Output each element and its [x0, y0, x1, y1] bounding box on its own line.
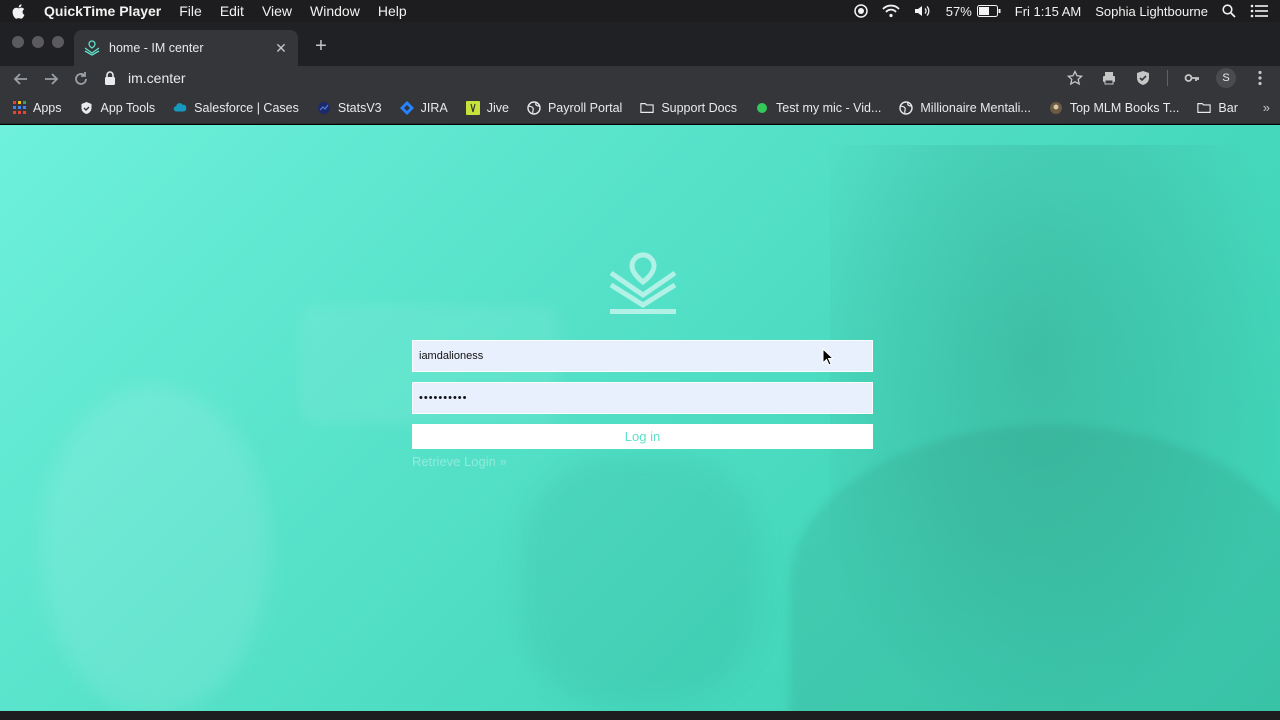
window-minimize-button[interactable] [32, 36, 44, 48]
url-text[interactable]: im.center [128, 70, 186, 86]
bookmark-label: Test my mic - Vid... [776, 100, 882, 115]
battery-status[interactable]: 57% [946, 4, 1001, 19]
password-input[interactable] [412, 382, 873, 414]
bookmark-bar-folder[interactable]: Bar [1197, 100, 1238, 115]
globe-icon [899, 100, 914, 115]
stats-icon [317, 101, 331, 115]
folder-icon [640, 101, 655, 115]
bookmark-salesforce[interactable]: Salesforce | Cases [173, 101, 299, 115]
bookmark-millionaire-mentality[interactable]: Millionaire Mentali... [899, 100, 1031, 115]
window-bottom-edge [0, 711, 1280, 720]
tab-title: home - IM center [109, 41, 204, 55]
shield-icon [80, 101, 94, 115]
chrome-menu-icon[interactable] [1250, 68, 1270, 88]
lock-icon[interactable] [104, 71, 116, 85]
bookmark-label: Bar [1218, 100, 1238, 115]
username-input[interactable] [412, 340, 873, 372]
bookmark-support-docs[interactable]: Support Docs [640, 101, 737, 115]
jira-icon [399, 100, 414, 115]
tab-close-icon[interactable]: ✕ [274, 40, 288, 56]
globe-icon [527, 100, 541, 115]
key-icon[interactable] [1182, 68, 1202, 88]
browser-tab-active[interactable]: home - IM center ✕ [74, 30, 298, 66]
bookmark-star-icon[interactable] [1065, 68, 1085, 88]
profile-avatar[interactable]: S [1216, 68, 1236, 88]
cloud-icon [173, 101, 187, 115]
menu-edit[interactable]: Edit [220, 3, 244, 19]
volume-icon[interactable] [914, 4, 932, 18]
im-center-favicon-icon [84, 40, 100, 56]
window-zoom-button[interactable] [52, 36, 64, 48]
bookmark-label: Apps [33, 100, 62, 115]
mic-icon [755, 101, 769, 115]
menu-view[interactable]: View [262, 3, 292, 19]
mouse-cursor-icon [822, 348, 834, 366]
bookmark-test-my-mic[interactable]: Test my mic - Vid... [755, 101, 881, 115]
login-button[interactable]: Log in [412, 424, 873, 449]
book-icon [1049, 101, 1063, 115]
battery-icon [976, 5, 1001, 17]
bookmark-apps[interactable]: Apps [12, 101, 62, 115]
bookmarks-overflow-button[interactable]: » [1263, 100, 1270, 115]
menu-app-name[interactable]: QuickTime Player [44, 3, 161, 19]
window-controls [12, 36, 64, 48]
bookmark-label: Payroll Portal [547, 100, 623, 115]
bookmark-app-tools[interactable]: App Tools [80, 100, 156, 115]
address-bar[interactable]: im.center [104, 66, 1114, 90]
bookmark-label: Millionaire Mentali... [920, 100, 1031, 115]
bookmark-top-mlm-books[interactable]: Top MLM Books T... [1049, 100, 1180, 115]
bookmark-payroll-portal[interactable]: Payroll Portal [527, 101, 622, 115]
spotlight-search-icon[interactable] [1222, 4, 1236, 18]
forward-arrow-icon[interactable] [41, 69, 61, 89]
bookmark-jira[interactable]: JIRA [399, 100, 448, 115]
menu-help[interactable]: Help [378, 3, 407, 19]
background-photo-blur [520, 455, 760, 705]
menubar-user-name[interactable]: Sophia Lightbourne [1095, 4, 1208, 19]
bookmark-label: App Tools [100, 100, 156, 115]
menu-window[interactable]: Window [310, 3, 360, 19]
login-page: Log in Retrieve Login » [0, 125, 1280, 711]
shield-extension-icon[interactable] [1133, 68, 1153, 88]
background-photo-person-face [830, 145, 1280, 711]
bookmark-label: Salesforce | Cases [194, 100, 299, 115]
screen-record-icon[interactable] [853, 4, 868, 18]
bookmark-statsv3[interactable]: StatsV3 [317, 101, 382, 115]
reload-icon[interactable] [71, 69, 91, 89]
bookmark-label: StatsV3 [337, 100, 382, 115]
im-center-logo-icon [609, 252, 677, 314]
battery-percent: 57% [945, 3, 972, 19]
background-photo-blur [40, 385, 270, 711]
back-arrow-icon[interactable] [11, 69, 31, 89]
print-extension-icon[interactable] [1099, 68, 1119, 88]
menubar-clock[interactable]: Fri 1:15 AM [1015, 4, 1081, 19]
bookmark-label: Support Docs [661, 100, 738, 115]
apps-grid-icon [12, 101, 26, 115]
toolbar-divider [1167, 70, 1168, 86]
window-close-button[interactable] [12, 36, 24, 48]
jive-icon [465, 100, 480, 115]
bookmarks-bar: Apps App Tools Salesforce | Cases StatsV… [0, 92, 1280, 124]
bookmark-jive[interactable]: Jive [465, 100, 509, 115]
browser-tab-strip: home - IM center ✕ + [0, 22, 1280, 66]
macos-menubar: QuickTime Player File Edit View Window H… [0, 0, 1280, 22]
notification-center-icon[interactable] [1250, 4, 1268, 18]
apple-logo-icon[interactable] [12, 3, 26, 19]
bookmark-label: Top MLM Books T... [1069, 100, 1180, 115]
bookmark-label: Jive [486, 100, 509, 115]
folder-icon [1197, 101, 1212, 115]
wifi-icon[interactable] [882, 4, 900, 18]
retrieve-login-link[interactable]: Retrieve Login » [412, 454, 507, 469]
bookmark-label: JIRA [420, 100, 448, 115]
browser-toolbar: im.center S [0, 66, 1280, 92]
new-tab-button[interactable]: + [311, 35, 331, 58]
menu-file[interactable]: File [179, 3, 202, 19]
